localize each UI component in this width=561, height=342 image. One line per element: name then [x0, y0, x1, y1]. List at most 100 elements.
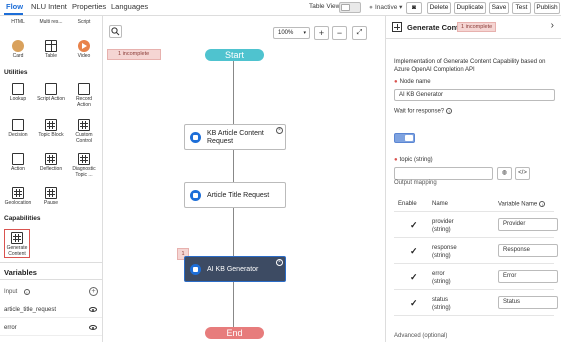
top-bar: Flow NLU Intent Properties Languages Tab… — [0, 0, 561, 16]
enable-checkbox[interactable]: ✓ — [410, 299, 419, 308]
palette-item-table[interactable]: Table — [36, 40, 66, 60]
palette-item-multi-response[interactable]: Multi res... — [36, 19, 66, 26]
geolocation-icon — [12, 187, 24, 199]
tab-flow[interactable]: Flow — [6, 2, 23, 11]
node-label: Article Title Request — [207, 192, 270, 199]
close-icon[interactable]: × — [276, 259, 283, 266]
record-action-icon — [78, 83, 90, 95]
palette-item-video[interactable]: Video — [69, 40, 99, 60]
output-type: (string) — [432, 253, 451, 259]
delete-button[interactable]: Delete — [427, 2, 451, 14]
enable-checkbox[interactable]: ✓ — [410, 273, 419, 282]
palette-item-deflection[interactable]: Deflection — [36, 153, 66, 173]
variable-name-input[interactable]: Provider — [498, 218, 558, 231]
required-marker: ● — [394, 79, 398, 85]
enable-checkbox[interactable]: ✓ — [410, 221, 419, 230]
palette-item-action[interactable]: Action — [3, 153, 33, 173]
chevron-right-icon[interactable]: › — [551, 20, 554, 31]
duplicate-button[interactable]: Duplicate — [454, 2, 486, 14]
panel-header: Generate Content 1 incomplete › — [386, 16, 561, 39]
palette-item-card[interactable]: Card — [3, 40, 33, 60]
palette-panel: HTML Multi res... Script Card Table Vide… — [0, 16, 103, 342]
start-node[interactable]: Start — [205, 49, 264, 61]
table-row: ✓ error (string) Error — [394, 264, 558, 290]
tab-nlu-intent[interactable]: NLU Intent — [31, 2, 67, 11]
palette-label: Decision — [8, 132, 28, 138]
publish-button[interactable]: Publish — [534, 2, 560, 14]
script-toggle-button[interactable]: </> — [515, 167, 530, 180]
zoom-select[interactable]: 100% ▾ — [273, 27, 310, 39]
column-header-variable: Variable Name i — [498, 201, 546, 208]
generate-content-icon — [392, 22, 402, 32]
node-name-field[interactable]: AI KB Generator — [394, 89, 555, 101]
info-icon: ? — [446, 108, 453, 114]
pill-picker-button[interactable]: ◍ — [497, 167, 512, 180]
info-icon: i — [539, 201, 546, 207]
palette-item-custom-control[interactable]: Custom Control — [69, 119, 99, 144]
canvas-search-button[interactable] — [109, 25, 122, 38]
variable-row[interactable]: article_title_request — [0, 302, 102, 318]
flow-node-kb-article-content-request[interactable]: KB Article Content Request × — [184, 124, 286, 150]
generate-content-icon — [190, 264, 201, 275]
flow-canvas[interactable]: 100% ▾ + − ⤢ 1 incomplete Start KB Articl… — [103, 16, 385, 342]
palette-item-script[interactable]: Script — [69, 19, 99, 26]
palette-item-lookup[interactable]: Lookup — [3, 83, 33, 103]
palette-label: Deflection — [39, 166, 63, 172]
variable-name-input[interactable]: Status — [498, 296, 558, 309]
status-select[interactable]: ● Inactive ▾ — [369, 3, 402, 11]
palette-item-script-action[interactable]: Script Action — [36, 83, 66, 103]
data-pill-icon: ◍ — [501, 170, 508, 176]
flow-node-ai-kb-generator[interactable]: AI KB Generator × — [184, 256, 286, 282]
output-mapping-heading: Output mapping — [394, 180, 437, 186]
tab-properties[interactable]: Properties — [72, 2, 106, 11]
enable-checkbox[interactable]: ✓ — [410, 247, 419, 256]
search-icon — [111, 27, 120, 36]
tab-languages[interactable]: Languages — [111, 2, 148, 11]
palette-item-html[interactable]: HTML — [3, 19, 33, 26]
canvas-incomplete-badge[interactable]: 1 incomplete — [107, 49, 161, 60]
palette-item-topic-block[interactable]: Topic Block — [36, 119, 66, 139]
zoom-out-button[interactable]: − — [332, 26, 347, 40]
variable-name: article_title_request — [4, 307, 57, 313]
screenshot-button[interactable]: ◙ — [406, 2, 422, 14]
variable-name: error — [4, 325, 17, 331]
node-label: KB Article Content Request — [207, 130, 264, 145]
fit-view-button[interactable]: ⤢ — [352, 26, 367, 40]
add-variable-icon[interactable]: + — [89, 287, 98, 296]
end-node[interactable]: End — [205, 327, 264, 339]
flow-node-article-title-request[interactable]: Article Title Request — [184, 182, 286, 208]
chevron-down-icon: ▾ — [303, 30, 306, 36]
script-action-icon — [45, 83, 57, 95]
column-header-enable: Enable — [398, 201, 417, 207]
eye-icon[interactable] — [89, 325, 97, 330]
palette-label: Custom Control — [75, 132, 93, 144]
palette-item-generate-content[interactable]: Generate Content — [2, 232, 32, 257]
custom-control-icon — [78, 119, 90, 131]
toggle-knob — [405, 135, 413, 141]
wait-label-text: Wait for response? — [394, 108, 445, 115]
output-name-text: error — [432, 271, 445, 277]
close-icon[interactable]: × — [276, 127, 283, 134]
palette-item-geolocation[interactable]: Geolocation — [3, 187, 33, 207]
wait-for-response-toggle[interactable] — [394, 133, 415, 143]
variables-title: Variables — [4, 268, 37, 277]
topic-type: (string) — [413, 157, 433, 163]
palette-item-record-action[interactable]: Record Action — [69, 83, 99, 108]
variable-name-input[interactable]: Response — [498, 244, 558, 257]
variable-row[interactable]: error — [0, 320, 102, 336]
palette-item-diagnostic-topic[interactable]: Diagnostic Topic ... — [69, 153, 99, 178]
test-button[interactable]: Test — [512, 2, 531, 14]
eye-icon[interactable] — [89, 307, 97, 312]
advanced-section-toggle[interactable]: Advanced (optional) — [394, 333, 447, 339]
palette-item-decision[interactable]: Decision — [3, 119, 33, 139]
palette-item-pause[interactable]: Pause — [36, 187, 66, 207]
topic-input[interactable] — [394, 167, 493, 180]
zoom-in-button[interactable]: + — [314, 26, 329, 40]
capability-description: Implementation of Generate Content Capab… — [394, 59, 546, 73]
variable-name-input[interactable]: Error — [498, 270, 558, 283]
output-name-text: provider — [432, 219, 454, 225]
status-dot-icon: ● — [369, 4, 373, 11]
save-button[interactable]: Save — [489, 2, 509, 14]
table-view-toggle[interactable] — [339, 2, 361, 13]
properties-panel: Generate Content 1 incomplete › Implemen… — [385, 16, 561, 342]
